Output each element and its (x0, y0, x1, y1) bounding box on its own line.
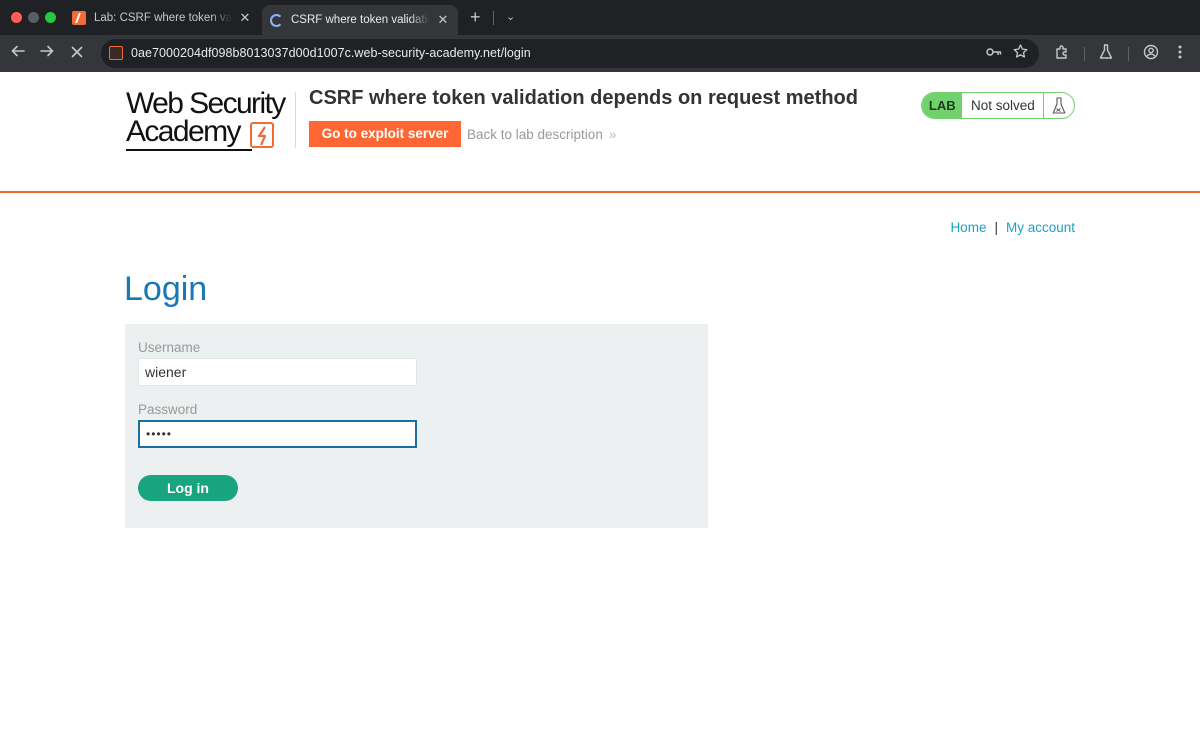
site-favicon-icon (109, 46, 123, 60)
my-account-link[interactable]: My account (1006, 220, 1075, 235)
browser-tab-lab[interactable]: Lab: CSRF where token validation depends… (64, 4, 260, 31)
browser-tab-strip: Lab: CSRF where token validation depends… (0, 0, 1200, 35)
back-link-label: Back to lab description (467, 127, 603, 142)
flask-icon (1043, 93, 1074, 118)
extensions-icon[interactable] (1054, 44, 1070, 65)
tab-close-icon[interactable]: ✕ (238, 10, 252, 26)
browser-toolbar: 0ae7000204df098b8013037d00d1007c.web-sec… (0, 35, 1200, 72)
login-form: Username Password Log in (125, 324, 708, 528)
loading-spinner-icon (270, 13, 283, 27)
nav-separator: | (994, 220, 998, 235)
username-input[interactable] (138, 358, 417, 386)
profile-icon[interactable] (1143, 44, 1159, 65)
address-bar[interactable]: 0ae7000204df098b8013037d00d1007c.web-sec… (101, 39, 1039, 68)
logo-line-2: Academy (126, 115, 241, 148)
tab-search-chevron-icon[interactable]: ⌄ (506, 10, 515, 23)
login-button[interactable]: Log in (138, 475, 238, 501)
home-link[interactable]: Home (950, 220, 986, 235)
key-icon[interactable] (986, 46, 1002, 61)
toolbar-divider (1084, 47, 1085, 61)
lab-label: LAB (922, 93, 963, 118)
password-input[interactable] (138, 420, 417, 448)
portswigger-favicon-icon (72, 10, 86, 25)
username-label: Username (138, 340, 201, 355)
back-to-lab-description-link[interactable]: Back to lab description » (467, 127, 616, 142)
window-zoom-button[interactable] (45, 12, 56, 23)
go-to-exploit-server-button[interactable]: Go to exploit server (309, 121, 461, 147)
tab-divider (493, 11, 494, 25)
account-nav: Home | My account (950, 220, 1075, 235)
tab-title: CSRF where token validation depends on r… (291, 14, 430, 26)
window-minimize-button[interactable] (28, 12, 39, 23)
labs-flask-icon[interactable] (1099, 44, 1113, 65)
window-close-button[interactable] (11, 12, 22, 23)
lab-status-text: Not solved (971, 98, 1035, 113)
double-chevron-right-icon: » (608, 127, 616, 142)
stop-loading-icon[interactable] (71, 44, 83, 62)
back-arrow-icon[interactable] (11, 44, 25, 63)
new-tab-icon[interactable]: + (470, 8, 481, 26)
lab-status-badge: LAB Not solved (921, 92, 1075, 119)
web-security-academy-logo[interactable]: Web Security Academy (126, 89, 296, 153)
forward-arrow-icon[interactable] (40, 44, 54, 63)
page-title: Login (124, 270, 208, 308)
browser-tab-active[interactable]: CSRF where token validation depends on r… (262, 5, 458, 35)
toolbar-divider (1128, 47, 1129, 61)
more-menu-icon[interactable] (1178, 44, 1182, 65)
logo-underline (126, 149, 252, 151)
url-text[interactable]: 0ae7000204df098b8013037d00d1007c.web-sec… (131, 46, 531, 60)
tab-title: Lab: CSRF where token validation depends… (94, 11, 232, 24)
lightning-bolt-icon (250, 122, 274, 148)
tab-close-icon[interactable]: ✕ (436, 12, 450, 28)
bookmark-star-icon[interactable] (1013, 44, 1028, 64)
password-label: Password (138, 402, 198, 417)
header-orange-rule (0, 191, 1200, 193)
header-divider (295, 92, 296, 148)
lab-title: CSRF where token validation depends on r… (309, 87, 858, 109)
